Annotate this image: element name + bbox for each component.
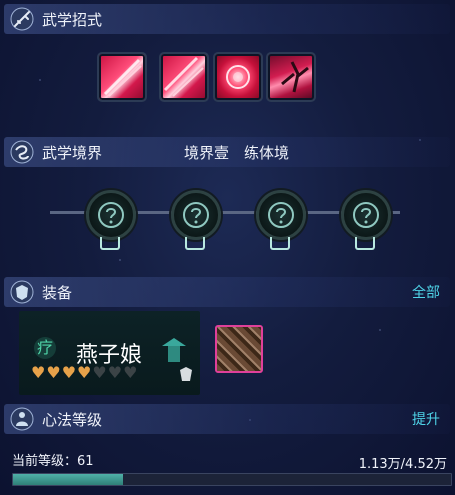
swirl-icon bbox=[8, 138, 36, 166]
realm-node-2[interactable] bbox=[171, 190, 221, 240]
progress-bar bbox=[12, 473, 452, 486]
view-all-link[interactable]: 全部 bbox=[412, 282, 440, 302]
current-level: 当前等级：61 bbox=[12, 454, 94, 469]
realm-node-base bbox=[100, 237, 120, 250]
blade-slash-icon bbox=[103, 58, 142, 97]
rose-seal-icon bbox=[226, 65, 250, 89]
mind-section-title: 心法等级 bbox=[42, 410, 103, 429]
heart-filled-icon: ♥ bbox=[77, 363, 92, 382]
locked-realm-node bbox=[98, 202, 124, 228]
realm-node-3[interactable] bbox=[256, 190, 306, 240]
blade-slash-icon bbox=[163, 56, 204, 97]
progress-value: 1.13万/4.52万 bbox=[358, 457, 447, 472]
realm-node-1[interactable] bbox=[86, 190, 136, 240]
armor-item-slot[interactable] bbox=[215, 325, 263, 373]
affection-hearts: ♥ ♥ ♥ ♥ ♥ ♥ ♥ bbox=[31, 364, 137, 382]
realm-node-base bbox=[270, 237, 290, 250]
realm-node-base bbox=[185, 237, 205, 250]
locked-realm-node bbox=[353, 202, 379, 228]
heart-empty-icon: ♥ bbox=[92, 363, 107, 382]
upgrade-link[interactable]: 提升 bbox=[412, 409, 440, 429]
armor-icon bbox=[8, 278, 36, 306]
meditation-icon bbox=[8, 405, 36, 433]
warrior-strike-icon bbox=[281, 61, 309, 93]
mind-section-header: 心法等级 提升 bbox=[4, 404, 450, 434]
realm-level: 境界壹 bbox=[184, 144, 230, 162]
progress-fill bbox=[13, 474, 123, 485]
skill-slot-4[interactable] bbox=[266, 52, 316, 102]
realm-section-title: 武学境界 bbox=[42, 143, 103, 162]
locked-realm-node bbox=[268, 202, 294, 228]
armor-item-icon bbox=[217, 327, 261, 371]
heart-empty-icon: ♥ bbox=[107, 363, 123, 382]
heart-filled-icon: ♥ bbox=[31, 363, 46, 382]
companion-card[interactable]: 疗 燕子娘 ♥ ♥ ♥ ♥ ♥ ♥ ♥ bbox=[19, 311, 200, 395]
equip-section-header: 装备 全部 bbox=[4, 277, 450, 307]
locked-realm-node bbox=[183, 202, 209, 228]
skills-section-title: 武学招式 bbox=[42, 10, 103, 29]
heart-filled-icon: ♥ bbox=[61, 363, 77, 382]
sword-icon bbox=[8, 5, 36, 33]
realm-name: 练体境 bbox=[244, 144, 290, 162]
skill-slot-2[interactable] bbox=[159, 52, 209, 102]
heal-badge: 疗 bbox=[34, 337, 56, 359]
heart-empty-icon: ♥ bbox=[123, 363, 138, 382]
hat-figure-icon bbox=[162, 338, 186, 362]
skill-slot-1[interactable] bbox=[97, 52, 147, 102]
equip-section-title: 装备 bbox=[42, 283, 73, 302]
realm-node-base bbox=[355, 237, 375, 250]
skill-slot-3[interactable] bbox=[213, 52, 263, 102]
skills-section-header: 武学招式 bbox=[4, 4, 450, 34]
costume-icon bbox=[180, 367, 192, 381]
realm-node-4[interactable] bbox=[341, 190, 391, 240]
heart-filled-icon: ♥ bbox=[46, 363, 61, 382]
